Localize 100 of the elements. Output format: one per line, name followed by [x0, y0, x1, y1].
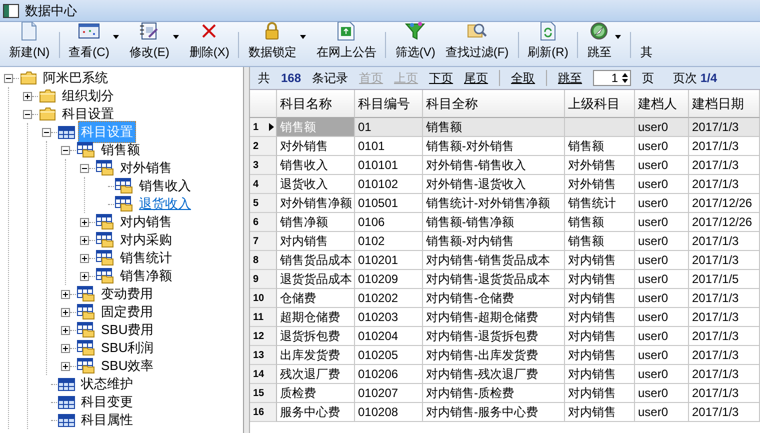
- window-icon: [78, 23, 100, 39]
- table-cell: user0: [635, 270, 689, 289]
- table-cell: 出库发货费: [277, 346, 355, 365]
- table-cell: 0106: [355, 213, 423, 232]
- table-cell: 退货货品成本: [277, 270, 355, 289]
- expand-toggle[interactable]: [80, 272, 89, 280]
- column-header[interactable]: 建档日期: [689, 90, 760, 118]
- table-folder-icon: [96, 232, 114, 248]
- refresh-icon: [540, 22, 556, 41]
- collapse-toggle[interactable]: [42, 128, 51, 136]
- column-header[interactable]: 科目编号: [355, 90, 423, 118]
- table-cell: 2017/1/3: [689, 156, 760, 175]
- table-cell: 对内销售-出库发货费: [423, 346, 565, 365]
- toolbar-button[interactable]: 删除(X): [185, 22, 234, 66]
- table-cell: 退货收入: [277, 175, 355, 194]
- folder-icon: [39, 107, 56, 121]
- table-cell: 010203: [355, 308, 423, 327]
- total-label: 共: [258, 70, 270, 86]
- expand-toggle[interactable]: [80, 218, 89, 226]
- table-cell: 对内销售: [565, 270, 635, 289]
- table-cell: 010208: [355, 403, 423, 422]
- page-link[interactable]: 下页: [429, 70, 454, 86]
- table-cell: 010102: [355, 175, 423, 194]
- dropdown-caret-icon: [300, 34, 306, 38]
- collapse-toggle[interactable]: [23, 110, 32, 118]
- table-folder-icon: [115, 178, 133, 194]
- toolbar-button[interactable]: 数据锁定: [244, 22, 310, 66]
- table-cell: user0: [635, 137, 689, 156]
- table-cell: 对内销售-仓储费: [423, 289, 565, 308]
- table-folder-icon: [77, 142, 95, 158]
- record-count: 168: [281, 71, 302, 85]
- lock-icon: [265, 22, 280, 40]
- table-cell: 销售额-对内销售: [423, 232, 565, 251]
- table-cell: 01: [355, 118, 423, 137]
- page-link[interactable]: 尾页: [464, 70, 488, 86]
- table-cell: 010205: [355, 346, 423, 365]
- expand-toggle[interactable]: [61, 290, 70, 298]
- notice-board-icon: [337, 22, 356, 41]
- toolbar-button[interactable]: 查看(C): [64, 22, 124, 66]
- table-cell: 质检费: [277, 384, 355, 403]
- table-cell: 010201: [355, 251, 423, 270]
- table-cell: 对内销售: [565, 327, 635, 346]
- toolbar-button[interactable]: 刷新(R): [524, 22, 572, 66]
- column-header[interactable]: 科目名称: [277, 90, 355, 118]
- column-header[interactable]: 建档人: [635, 90, 689, 118]
- toolbar-button[interactable]: 新建(N): [5, 22, 54, 66]
- table-cell: 对外销售-销售收入: [423, 156, 565, 175]
- table-cell: user0: [635, 118, 689, 137]
- table-cell: 对内销售-服务中心费: [423, 403, 565, 422]
- jump-link[interactable]: 跳至: [558, 70, 582, 86]
- expand-toggle[interactable]: [80, 236, 89, 244]
- select-all-link[interactable]: 全取: [511, 70, 536, 86]
- table-cell: user0: [635, 327, 689, 346]
- row-number: 4: [250, 175, 277, 194]
- table-cell: 2017/1/3: [689, 308, 760, 327]
- table-cell: user0: [635, 403, 689, 422]
- table-cell: 0101: [355, 137, 423, 156]
- dropdown-caret-icon: [173, 34, 180, 38]
- dropdown-caret-icon: [615, 34, 622, 38]
- table-cell: 2017/1/5: [689, 270, 760, 289]
- collapse-toggle[interactable]: [80, 164, 89, 172]
- app-icon: [3, 4, 19, 18]
- toolbar-button[interactable]: 其: [636, 22, 656, 66]
- expand-toggle[interactable]: [80, 254, 89, 262]
- expand-toggle[interactable]: [23, 92, 32, 100]
- table-cell: 010501: [355, 194, 423, 213]
- page-number-spinner[interactable]: 1: [593, 70, 632, 86]
- notebook-icon: [139, 22, 160, 40]
- search-icon: [467, 22, 487, 40]
- row-number: 7: [250, 232, 277, 251]
- collapse-toggle[interactable]: [61, 146, 70, 154]
- column-header[interactable]: 科目全称: [423, 90, 565, 118]
- table-cell: 销售统计-对外销售净额: [423, 194, 565, 213]
- table-cell: 对外销售: [565, 156, 635, 175]
- table-cell: 2017/12/26: [689, 213, 760, 232]
- table-cell: 2017/1/3: [689, 289, 760, 308]
- table-cell: 010202: [355, 289, 423, 308]
- row-number: 15: [250, 384, 277, 403]
- table-cell: user0: [635, 213, 689, 232]
- table-cell: 销售收入: [277, 156, 355, 175]
- funnel-icon: [405, 22, 426, 40]
- table-cell: 销售额: [565, 137, 635, 156]
- toolbar-button[interactable]: 跳至: [583, 22, 626, 66]
- cross-icon: [201, 23, 218, 39]
- table-cell: 退货拆包费: [277, 327, 355, 346]
- toolbar-button[interactable]: 修改(E): [125, 22, 184, 66]
- table-folder-icon: [96, 268, 114, 284]
- toolbar-button[interactable]: 在网上公告: [312, 22, 380, 66]
- table-cell: 010206: [355, 365, 423, 384]
- row-number: 14: [250, 365, 277, 384]
- expand-toggle[interactable]: [61, 326, 70, 334]
- expand-toggle[interactable]: [61, 344, 70, 352]
- row-number: 11: [250, 308, 277, 327]
- toolbar-button[interactable]: 筛选(V): [391, 22, 440, 66]
- column-header[interactable]: 上级科目: [565, 90, 635, 118]
- expand-toggle[interactable]: [61, 362, 70, 370]
- expand-toggle[interactable]: [61, 308, 70, 316]
- table-icon: [58, 378, 75, 390]
- collapse-toggle[interactable]: [4, 74, 13, 82]
- toolbar-button[interactable]: 查找过滤(F): [441, 22, 513, 66]
